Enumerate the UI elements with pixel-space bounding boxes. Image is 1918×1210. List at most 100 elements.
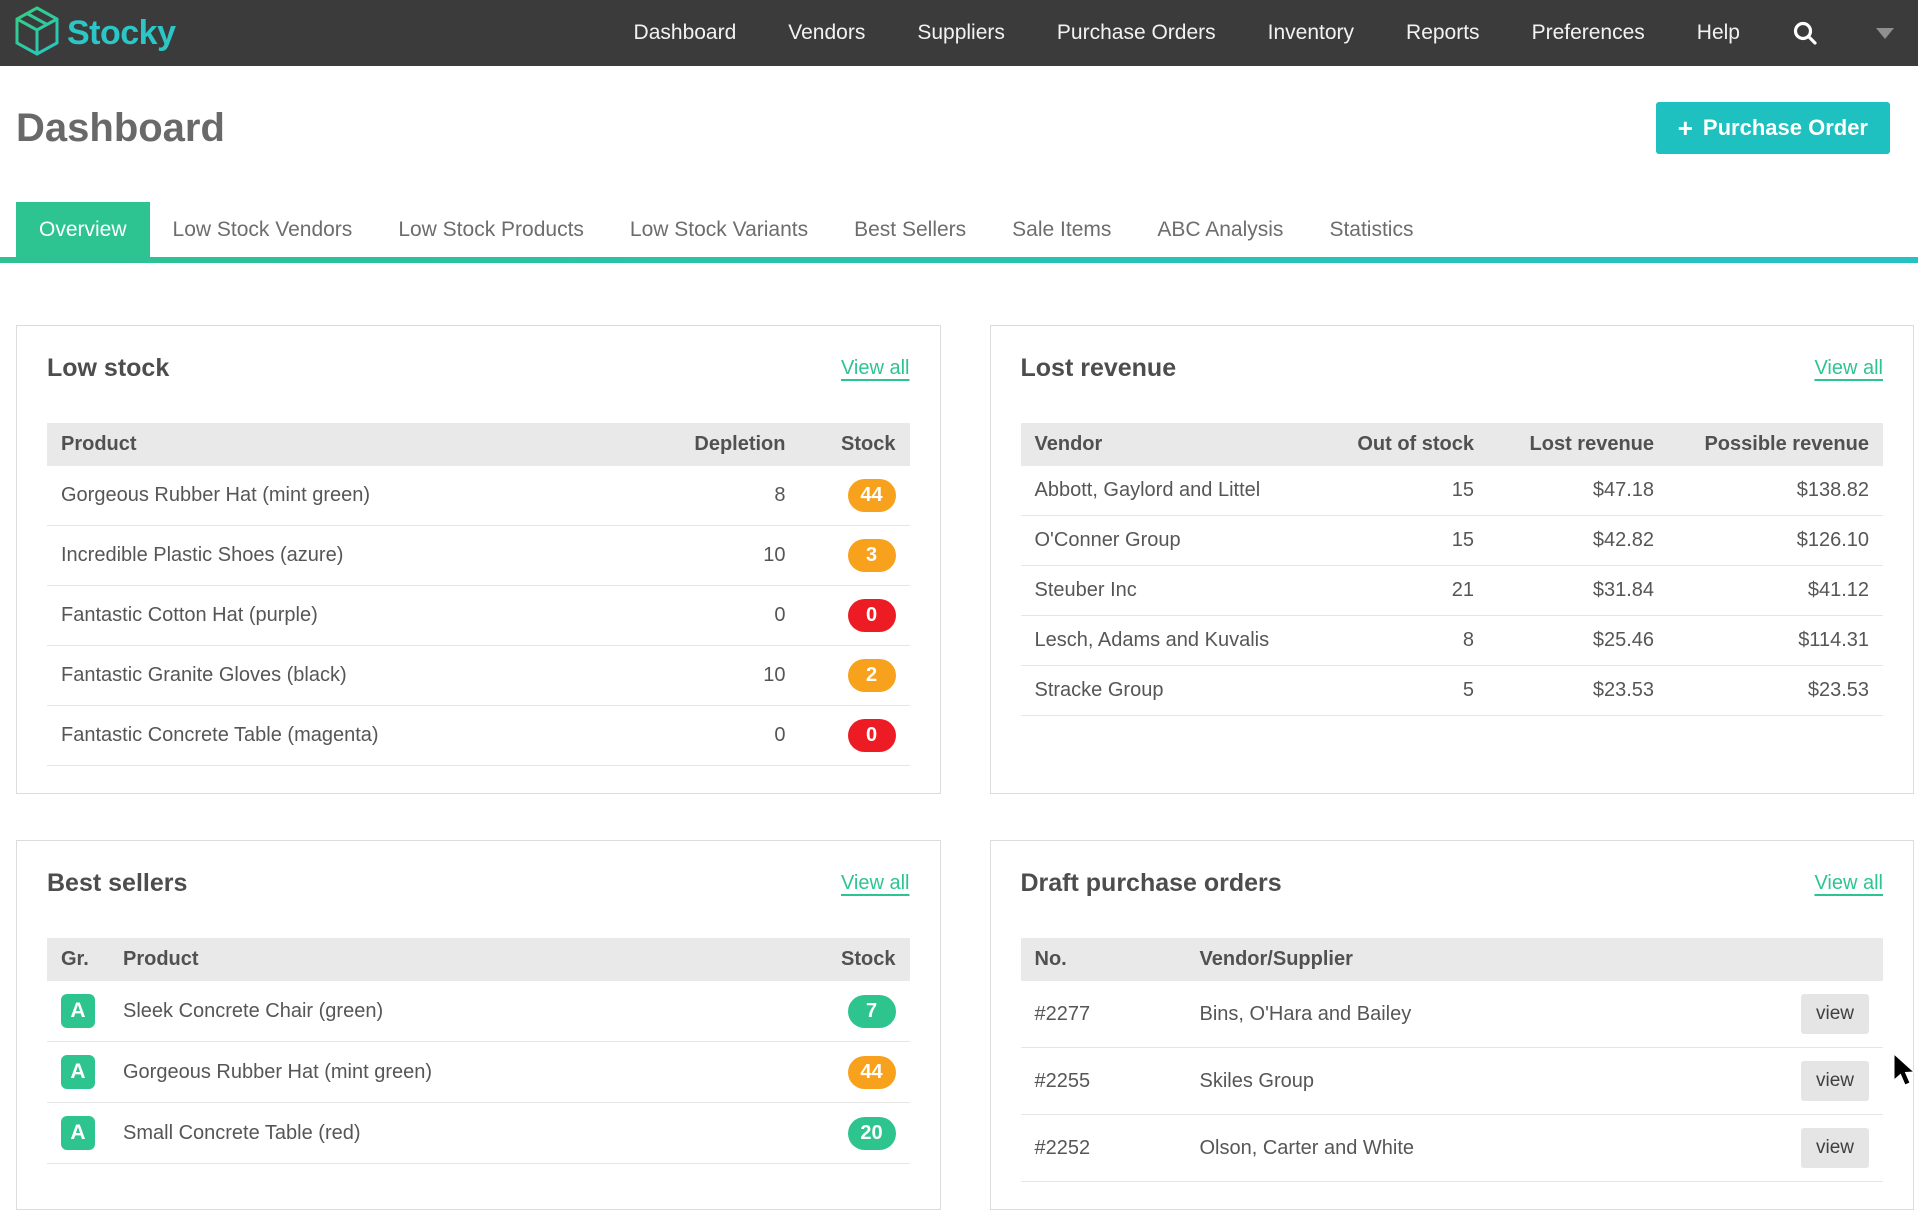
page-title: Dashboard [16,106,225,151]
stock-badge: 20 [848,1117,896,1150]
tab-best-sellers[interactable]: Best Sellers [831,202,989,257]
out-of-stock-value: 21 [1318,566,1488,616]
column-stock: Stock [800,938,910,981]
depletion-value: 10 [650,646,800,706]
nav-item-inventory[interactable]: Inventory [1268,21,1354,45]
tab-overview[interactable]: Overview [16,202,150,257]
tab-statistics[interactable]: Statistics [1306,202,1436,257]
grade-badge: A [61,994,95,1028]
stock-badge: 7 [848,995,896,1028]
stock-badge: 3 [848,539,896,572]
grade-badge: A [61,1116,95,1150]
vendor-name: Abbott, Gaylord and Littel [1021,466,1319,516]
table-header-row: Product Depletion Stock [47,423,910,466]
nav-item-reports[interactable]: Reports [1406,21,1480,45]
depletion-value: 0 [650,706,800,766]
nav-item-dashboard[interactable]: Dashboard [634,21,737,45]
low-stock-card: Low stock View all Product Depletion Sto… [16,325,941,794]
depletion-value: 0 [650,586,800,646]
nav-item-purchase-orders[interactable]: Purchase Orders [1057,21,1216,45]
product-name: Fantastic Cotton Hat (purple) [47,586,650,646]
table-row: A Small Concrete Table (red) 20 [47,1103,910,1164]
mouse-cursor [1892,1054,1918,1093]
product-name: Incredible Plastic Shoes (azure) [47,526,650,586]
view-button[interactable]: view [1801,994,1869,1034]
table-row: A Sleek Concrete Chair (green) 7 [47,981,910,1042]
lost-revenue-value: $31.84 [1488,566,1668,616]
table-row: A Gorgeous Rubber Hat (mint green) 44 [47,1042,910,1103]
tabbar-underline [0,257,1918,263]
nav-item-preferences[interactable]: Preferences [1532,21,1645,45]
lost-revenue-view-all-link[interactable]: View all [1814,357,1883,380]
table-row: Abbott, Gaylord and Littel 15 $47.18 $13… [1021,466,1884,516]
product-name: Fantastic Concrete Table (magenta) [47,706,650,766]
column-product: Product [109,938,800,981]
page-header: Dashboard + Purchase Order [0,102,1918,154]
tab-sale-items[interactable]: Sale Items [989,202,1134,257]
product-name: Small Concrete Table (red) [109,1103,800,1164]
tab-low-stock-products[interactable]: Low Stock Products [375,202,607,257]
vendor-name: Stracke Group [1021,666,1319,716]
stock-badge: 2 [848,659,896,692]
out-of-stock-value: 15 [1318,466,1488,516]
table-row: O'Conner Group 15 $42.82 $126.10 [1021,516,1884,566]
stock-badge: 44 [848,1056,896,1089]
column-vendor-supplier: Vendor/Supplier [1186,938,1787,981]
depletion-value: 8 [650,466,800,526]
column-grade: Gr. [47,938,109,981]
nav-item-vendors[interactable]: Vendors [788,21,865,45]
column-possible-revenue: Possible revenue [1668,423,1883,466]
new-purchase-order-button[interactable]: + Purchase Order [1656,102,1890,154]
search-icon[interactable] [1792,20,1818,46]
table-row: Steuber Inc 21 $31.84 $41.12 [1021,566,1884,616]
low-stock-view-all-link[interactable]: View all [841,357,910,380]
column-action [1787,938,1883,981]
column-depletion: Depletion [650,423,800,466]
table-row: Fantastic Concrete Table (magenta) 0 0 [47,706,910,766]
po-number: #2252 [1021,1115,1186,1182]
possible-revenue-value: $114.31 [1668,616,1883,666]
column-number: No. [1021,938,1186,981]
grade-badge: A [61,1055,95,1089]
plus-icon: + [1678,115,1693,141]
table-row: Stracke Group 5 $23.53 $23.53 [1021,666,1884,716]
table-row: Fantastic Cotton Hat (purple) 0 0 [47,586,910,646]
draft-purchase-orders-card: Draft purchase orders View all No. Vendo… [990,840,1915,1210]
possible-revenue-value: $41.12 [1668,566,1883,616]
stock-badge: 0 [848,599,896,632]
view-button[interactable]: view [1801,1061,1869,1101]
product-name: Sleek Concrete Chair (green) [109,981,800,1042]
vendor-name: O'Conner Group [1021,516,1319,566]
column-stock: Stock [800,423,910,466]
po-vendor: Bins, O'Hara and Bailey [1186,981,1787,1048]
column-vendor: Vendor [1021,423,1319,466]
vendor-name: Lesch, Adams and Kuvalis [1021,616,1319,666]
stocky-logo[interactable]: Stocky [14,6,176,61]
nav-item-help[interactable]: Help [1697,21,1740,45]
product-name: Gorgeous Rubber Hat (mint green) [109,1042,800,1103]
stock-badge: 44 [848,479,896,512]
top-navbar: Stocky Dashboard Vendors Suppliers Purch… [0,0,1918,66]
best-sellers-view-all-link[interactable]: View all [841,872,910,895]
po-number: #2277 [1021,981,1186,1048]
chevron-down-icon[interactable] [1876,28,1894,39]
lost-revenue-value: $23.53 [1488,666,1668,716]
view-button[interactable]: view [1801,1128,1869,1168]
column-lost-revenue: Lost revenue [1488,423,1668,466]
table-row: #2255 Skiles Group view [1021,1048,1884,1115]
draft-purchase-orders-view-all-link[interactable]: View all [1814,872,1883,895]
vendor-name: Steuber Inc [1021,566,1319,616]
possible-revenue-value: $23.53 [1668,666,1883,716]
dashboard-grid: Low stock View all Product Depletion Sto… [16,325,1914,1210]
new-purchase-order-label: Purchase Order [1703,115,1868,141]
tab-low-stock-variants[interactable]: Low Stock Variants [607,202,831,257]
table-header-row: Gr. Product Stock [47,938,910,981]
tab-abc-analysis[interactable]: ABC Analysis [1134,202,1306,257]
depletion-value: 10 [650,526,800,586]
low-stock-title: Low stock [47,354,169,383]
tab-low-stock-vendors[interactable]: Low Stock Vendors [150,202,376,257]
nav-item-suppliers[interactable]: Suppliers [917,21,1005,45]
stock-badge: 0 [848,719,896,752]
nav-menu: Dashboard Vendors Suppliers Purchase Ord… [634,20,1894,46]
po-vendor: Skiles Group [1186,1048,1787,1115]
